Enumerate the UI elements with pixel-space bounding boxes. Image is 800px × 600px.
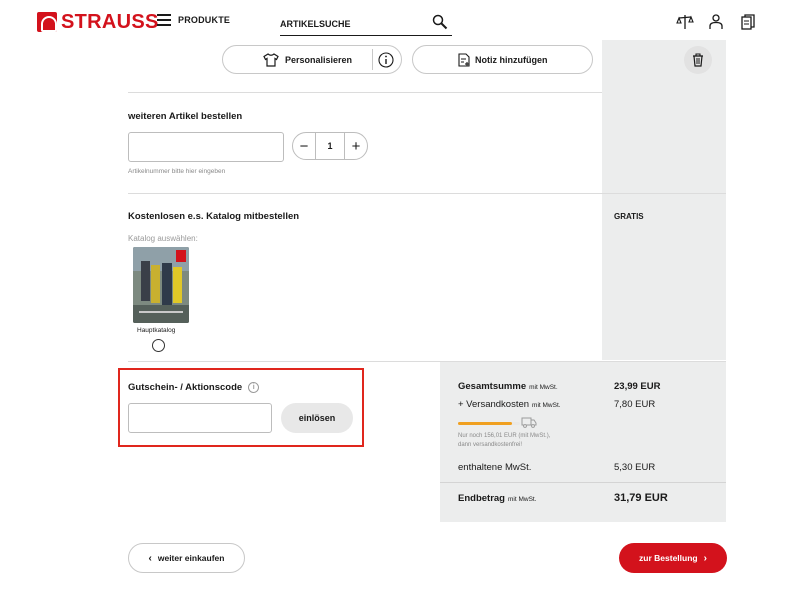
article-number-input[interactable] xyxy=(128,132,284,162)
free-shipping-hint-line1: Nur noch 156,01 EUR (mit MwSt.), xyxy=(458,433,551,439)
total-value: 31,79 EUR xyxy=(614,492,668,504)
catalog-price: GRATIS xyxy=(614,212,644,221)
subtotal-label: Gesamtsumme mit MwSt. xyxy=(458,381,558,392)
section-divider xyxy=(128,92,602,93)
search-placeholder: ARTIKELSUCHE xyxy=(280,19,351,29)
delete-item-button[interactable] xyxy=(684,46,712,74)
article-number-helper: Artikelnummer bitte hier eingeben xyxy=(128,168,226,175)
shipping-value: 7,80 EUR xyxy=(614,399,656,410)
increase-quantity-button[interactable]: + xyxy=(345,133,367,159)
quantity-value[interactable]: 1 xyxy=(315,133,345,159)
total-label: Endbetrag mit MwSt. xyxy=(458,493,537,504)
search-input[interactable]: ARTIKELSUCHE xyxy=(280,12,452,36)
catalog-select-label: Katalog auswählen: xyxy=(128,234,198,243)
continue-shopping-button[interactable]: ‹ weiter einkaufen xyxy=(128,543,245,573)
order-more-title: weiteren Artikel bestellen xyxy=(128,111,243,122)
chevron-right-icon: › xyxy=(703,552,707,564)
account-icon[interactable] xyxy=(709,14,723,30)
hamburger-icon xyxy=(157,14,171,26)
catalog-cover-image[interactable] xyxy=(133,247,189,323)
summary-column-background xyxy=(602,40,726,360)
checkout-button[interactable]: zur Bestellung › xyxy=(619,543,727,573)
catalog-radio[interactable] xyxy=(152,339,165,352)
search-icon[interactable] xyxy=(432,14,448,30)
continue-shopping-label: weiter einkaufen xyxy=(157,553,225,563)
shipping-label-text: + Versandkosten xyxy=(458,399,530,410)
personalize-button[interactable]: Personalisieren xyxy=(222,45,402,74)
vat-value: 5,30 EUR xyxy=(614,462,656,473)
note-add-icon xyxy=(458,53,470,67)
info-icon[interactable] xyxy=(378,52,394,68)
decrease-quantity-button[interactable]: − xyxy=(293,133,315,159)
strauss-logo[interactable]: STRAUSS xyxy=(37,12,159,32)
products-menu-label: PRODUKTE xyxy=(178,15,231,25)
products-menu-button[interactable]: PRODUKTE xyxy=(157,14,230,26)
subtotal-value: 23,99 EUR xyxy=(614,381,661,392)
subtotal-vat-note: mit MwSt. xyxy=(529,384,558,391)
section-divider xyxy=(128,193,726,194)
voucher-title-row: Gutschein- / Aktionscode i xyxy=(128,382,260,394)
catalog-title: Kostenlosen e.s. Katalog mitbestellen xyxy=(128,211,300,222)
pill-separator xyxy=(372,49,373,70)
trash-icon xyxy=(693,53,703,67)
catalog-option-label: Hauptkatalog xyxy=(137,327,176,334)
voucher-title: Gutschein- / Aktionscode xyxy=(128,382,243,394)
shipping-label: + Versandkosten mit MwSt. xyxy=(458,399,561,410)
compare-icon[interactable] xyxy=(676,14,694,30)
redeem-button[interactable]: einlösen xyxy=(281,403,353,433)
summary-divider xyxy=(440,482,726,483)
top-header: STRAUSS PRODUKTE ARTIKELSUCHE xyxy=(0,0,766,40)
personalize-label: Personalisieren xyxy=(285,55,353,65)
subtotal-label-text: Gesamtsumme xyxy=(458,381,527,392)
strauss-logo-icon xyxy=(37,12,57,32)
free-shipping-hint-line2: dann versandkostenfrei! xyxy=(458,442,523,448)
free-shipping-progress xyxy=(458,422,520,425)
shipping-vat-note: mit MwSt. xyxy=(532,402,561,409)
shirt-icon xyxy=(263,53,279,67)
total-vat-note: mit MwSt. xyxy=(507,496,537,503)
add-note-label: Notiz hinzufügen xyxy=(475,55,548,65)
voucher-code-input[interactable] xyxy=(128,403,272,433)
quantity-stepper: − 1 + xyxy=(292,132,368,160)
free-shipping-progress-fill xyxy=(458,422,512,425)
chevron-left-icon: ‹ xyxy=(148,552,152,564)
checkout-label: zur Bestellung xyxy=(639,553,698,563)
cart-icon[interactable] xyxy=(741,14,755,30)
add-note-button[interactable]: Notiz hinzufügen xyxy=(412,45,593,74)
brand-name: STRAUSS xyxy=(61,11,159,33)
vat-label: enthaltene MwSt. xyxy=(458,462,532,473)
catalog-cover-picture xyxy=(133,247,189,323)
total-label-text: Endbetrag xyxy=(458,493,505,504)
voucher-info-icon[interactable]: i xyxy=(248,382,260,393)
section-divider xyxy=(128,361,726,362)
delivery-truck-icon xyxy=(521,417,537,428)
